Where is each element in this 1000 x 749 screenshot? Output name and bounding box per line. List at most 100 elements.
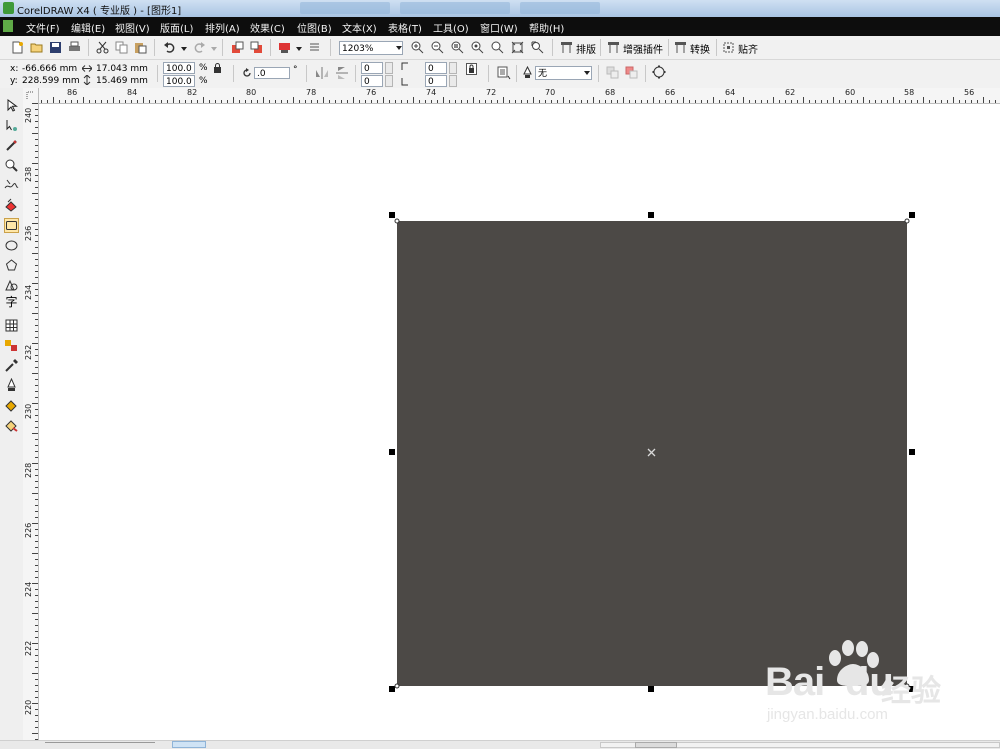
menu-text[interactable]: 文本(X)	[342, 20, 377, 35]
zoom-tool-icon[interactable]	[4, 158, 19, 173]
selection-handle-left[interactable]	[389, 449, 395, 455]
redo-button[interactable]	[192, 40, 207, 55]
selection-handle-right[interactable]	[909, 449, 915, 455]
rotation-field[interactable]: .0	[254, 67, 290, 79]
lock-ratio-icon[interactable]	[213, 63, 222, 73]
convert-to-curves-icon[interactable]	[652, 65, 666, 79]
background-window-tab	[400, 2, 510, 14]
selection-handle-top[interactable]	[648, 212, 654, 218]
mirror-vertical-icon[interactable]	[335, 66, 349, 80]
smart-fill-tool-icon[interactable]	[4, 198, 19, 213]
zoom-dropdown-arrow[interactable]	[396, 46, 402, 50]
ellipse-tool-icon[interactable]	[4, 238, 19, 253]
to-back-icon[interactable]	[625, 66, 638, 79]
corner-bottom-left-field[interactable]: 0	[361, 75, 383, 87]
corner-node[interactable]	[394, 218, 400, 224]
zoom-out-button[interactable]	[430, 40, 445, 55]
crop-tool-icon[interactable]	[4, 138, 19, 153]
application-launcher-button[interactable]	[277, 40, 292, 55]
shape-tool-icon[interactable]	[4, 118, 19, 133]
corner-lock-icon[interactable]	[466, 63, 477, 75]
freehand-tool-icon[interactable]	[4, 178, 19, 193]
zoom-level-combobox[interactable]: 1203%	[339, 41, 403, 55]
basic-shapes-tool-icon[interactable]	[4, 278, 19, 293]
ruler-label: 72	[486, 88, 497, 97]
scale-y-field[interactable]: 100.0	[163, 75, 195, 87]
eyedropper-tool-icon[interactable]	[4, 358, 19, 373]
zoom-page-button[interactable]	[490, 40, 505, 55]
pick-tool-icon[interactable]	[4, 98, 19, 113]
corner-bottom-right-field[interactable]: 0	[425, 75, 447, 87]
zoom-level-value: 1203%	[342, 44, 374, 54]
welcome-screen-button[interactable]	[307, 40, 322, 55]
menu-layout[interactable]: 版面(L)	[160, 20, 193, 35]
corner-spinner[interactable]	[449, 62, 457, 74]
menu-file[interactable]: 文件(F)	[26, 20, 60, 35]
outline-dropdown-arrow[interactable]	[584, 71, 590, 75]
ruler-origin[interactable]	[23, 88, 39, 104]
menu-edit[interactable]: 编辑(E)	[71, 20, 105, 35]
rectangle-tool-icon[interactable]	[4, 218, 19, 233]
horizontal-scrollbar-thumb[interactable]	[635, 742, 677, 748]
corner-node[interactable]	[904, 218, 910, 224]
wrap-text-icon[interactable]	[497, 66, 511, 80]
interactive-blend-tool-icon[interactable]	[4, 338, 19, 353]
zoom-selected-button[interactable]	[450, 40, 465, 55]
x-position-field[interactable]: -66.666 mm	[22, 64, 77, 74]
outline-tool-icon[interactable]	[4, 378, 19, 393]
corner-node[interactable]	[394, 683, 400, 689]
cut-button[interactable]	[95, 40, 110, 55]
new-document-button[interactable]	[10, 40, 25, 55]
menu-view[interactable]: 视图(V)	[115, 20, 150, 35]
toolbar-separator	[157, 65, 158, 82]
corner-spinner[interactable]	[385, 62, 393, 74]
text-tool-icon[interactable]: 字	[4, 295, 19, 310]
selection-handle-bottom[interactable]	[648, 686, 654, 692]
ruler-label: 228	[24, 462, 33, 478]
copy-button[interactable]	[114, 40, 129, 55]
menu-tools[interactable]: 工具(O)	[433, 20, 469, 35]
zoom-in-button[interactable]	[410, 40, 425, 55]
vertical-ruler[interactable]: 240 238 236 234 232 230 228 226 224 222 …	[23, 103, 39, 748]
corner-top-left-field[interactable]: 0	[361, 62, 383, 74]
export-button[interactable]	[249, 40, 264, 55]
undo-dropdown-arrow[interactable]	[181, 47, 187, 51]
menu-bitmaps[interactable]: 位图(B)	[297, 20, 332, 35]
launcher-dropdown-arrow[interactable]	[296, 47, 302, 51]
undo-button[interactable]	[162, 40, 177, 55]
menu-bar: 文件(F) 编辑(E) 视图(V) 版面(L) 排列(A) 效果(C) 位图(B…	[0, 17, 1000, 36]
menu-arrange[interactable]: 排列(A)	[205, 20, 240, 35]
zoom-height-icon	[531, 41, 544, 54]
paste-button[interactable]	[133, 40, 148, 55]
center-x-icon[interactable]	[647, 448, 656, 457]
corner-top-right-field[interactable]: 0	[425, 62, 447, 74]
height-field[interactable]: 15.469 mm	[96, 76, 148, 86]
redo-dropdown-arrow[interactable]	[211, 47, 217, 51]
menu-help[interactable]: 帮助(H)	[529, 20, 564, 35]
document-icon[interactable]	[3, 20, 13, 32]
print-button[interactable]	[67, 40, 82, 55]
menu-table[interactable]: 表格(T)	[388, 20, 422, 35]
corner-spinner[interactable]	[449, 75, 457, 87]
corner-spinner[interactable]	[385, 75, 393, 87]
y-position-field[interactable]: 228.599 mm	[22, 76, 80, 86]
zoom-width-button[interactable]	[510, 40, 525, 55]
zoom-height-button[interactable]	[530, 40, 545, 55]
mirror-horizontal-icon[interactable]	[315, 66, 329, 80]
zoom-all-objects-button[interactable]	[470, 40, 485, 55]
to-front-icon[interactable]	[606, 66, 619, 79]
page-tab[interactable]	[172, 741, 206, 748]
table-tool-icon[interactable]	[4, 318, 19, 333]
polygon-tool-icon[interactable]	[4, 258, 19, 273]
width-field[interactable]: 17.043 mm	[96, 64, 148, 74]
menu-effects[interactable]: 效果(C)	[250, 20, 285, 35]
scale-x-field[interactable]: 100.0	[163, 62, 195, 74]
y-position-label: y:	[10, 76, 18, 86]
import-button[interactable]	[230, 40, 245, 55]
save-button[interactable]	[48, 40, 63, 55]
open-button[interactable]	[29, 40, 44, 55]
interactive-fill-tool-icon[interactable]	[4, 418, 19, 433]
fill-tool-icon[interactable]	[4, 398, 19, 413]
menu-window[interactable]: 窗口(W)	[480, 20, 518, 35]
horizontal-ruler[interactable]: 86 84 82 80 78 76 74 72 70 68 66 64 62 6…	[23, 88, 1000, 104]
